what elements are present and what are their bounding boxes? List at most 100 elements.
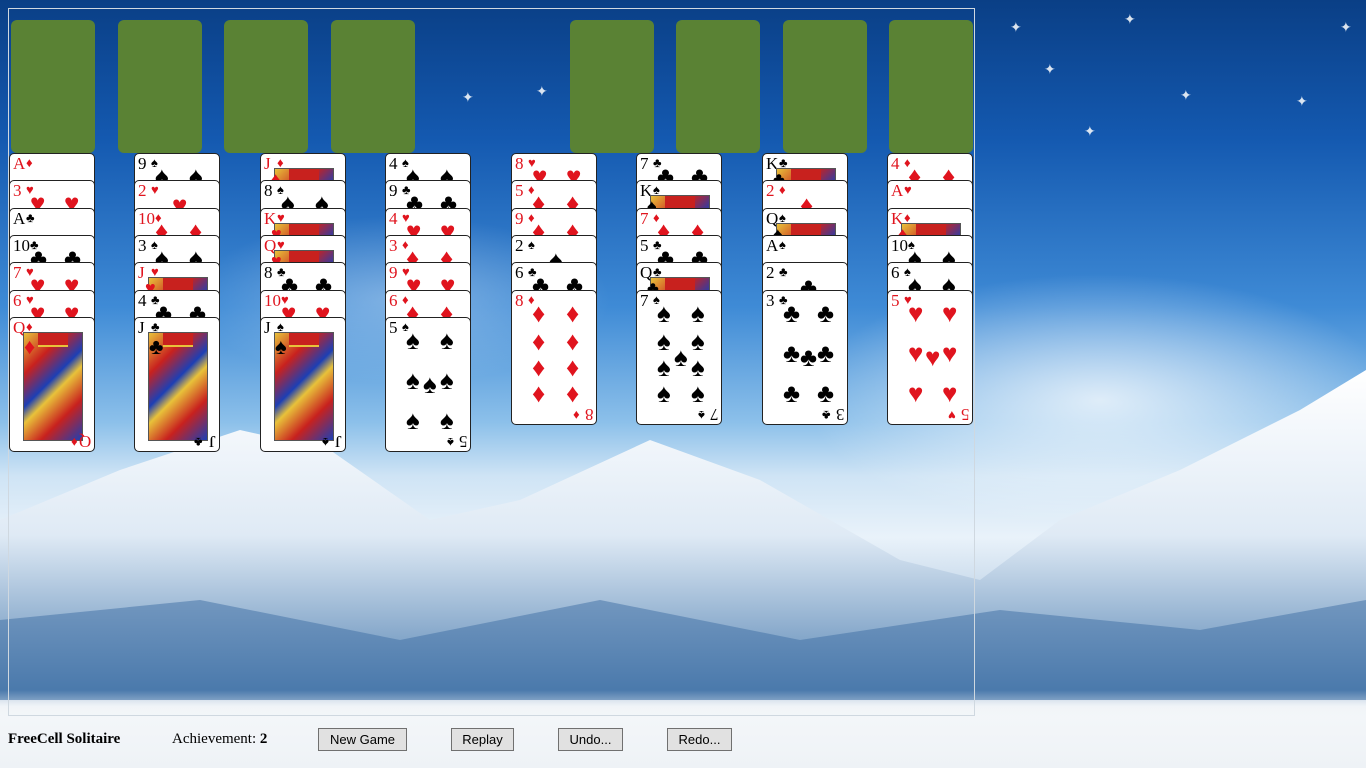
card-rank: 2 xyxy=(138,181,147,201)
card-7-of-spades[interactable]: 7 ♠ ♠ ♠ ♠ ♠ ♠ ♠ ♠ ♠ ♠ 7 ♠ xyxy=(636,289,722,425)
spades-icon: ♠ xyxy=(691,298,705,328)
free-cell[interactable] xyxy=(224,20,308,153)
spades-icon: ♠ xyxy=(779,236,786,252)
spades-icon: ♠ xyxy=(440,365,454,395)
card-3-of-clubs[interactable]: 3 ♣ ♣ ♣ ♣ ♣ ♣ ♣ ♣ 3 ♣ xyxy=(762,289,848,425)
diamonds-icon: ♦ xyxy=(532,326,546,356)
foundation-pile[interactable] xyxy=(889,20,973,153)
new-game-button[interactable]: New Game xyxy=(318,728,407,751)
card-rank: 10 xyxy=(891,235,908,255)
card-queen-of-diamonds[interactable]: Q ♦ ♦ Q ♦ xyxy=(9,316,95,452)
hearts-icon: ♥ xyxy=(942,378,958,408)
diamonds-icon: ♦ xyxy=(779,182,786,198)
diamonds-icon: ♦ xyxy=(532,298,546,328)
spades-icon: ♠ xyxy=(447,434,454,450)
card-rank: 4 xyxy=(138,290,147,310)
game-board: A ♦ 3 ♥ ♥ ♥ A ♣ 10 ♣ ♣ ♣ 7 ♥ ♥ ♥ 6 ♥ ♥ ♥ Q ♦ ♦ Q ♦ 9 ♠ ♠ ♠ 2 ♥ ♥ 10 ♦ ♦ ♦ 3 ♠… xyxy=(8,8,975,716)
star-decoration: ✦ xyxy=(1296,95,1308,110)
card-rank: 3 xyxy=(766,290,775,310)
hearts-icon: ♥ xyxy=(151,182,159,198)
foundation-pile[interactable] xyxy=(783,20,867,153)
clubs-icon: ♣ xyxy=(822,407,831,423)
card-rank: J xyxy=(138,263,145,283)
spades-icon: ♠ xyxy=(657,326,671,356)
card-rank: 8 xyxy=(264,181,273,201)
achievement-label: Achievement: xyxy=(172,731,257,747)
star-decoration: ✦ xyxy=(1044,63,1056,78)
crown-icon xyxy=(163,332,193,347)
foundation-pile[interactable] xyxy=(676,20,760,153)
card-rank-bottom: 5 xyxy=(960,404,970,424)
diamonds-icon: ♦ xyxy=(26,155,33,170)
card-rank: 10 xyxy=(138,208,155,228)
spades-icon: ♠ xyxy=(674,342,688,372)
card-rank: 6 xyxy=(891,263,900,283)
clubs-icon: ♣ xyxy=(783,338,801,368)
card-rank: 8 xyxy=(515,154,524,173)
clubs-icon: ♣ xyxy=(817,338,835,368)
clubs-icon: ♣ xyxy=(783,378,801,408)
card-rank: 10 xyxy=(13,235,30,255)
diamonds-icon: ♦ xyxy=(532,352,546,382)
card-rank: 7 xyxy=(640,290,649,310)
card-rank: A xyxy=(13,154,26,173)
free-cell[interactable] xyxy=(11,20,95,153)
spades-icon: ♠ xyxy=(440,325,454,355)
card-rank: 3 xyxy=(13,181,22,201)
card-rank: 9 xyxy=(138,154,147,173)
achievement-value: 2 xyxy=(259,731,268,747)
star-decoration: ✦ xyxy=(1010,21,1022,36)
card-jack-of-spades[interactable]: J ♠ ♠ J ♠ xyxy=(260,316,346,452)
hearts-icon: ♥ xyxy=(942,338,958,368)
card-rank: A xyxy=(13,208,26,228)
card-rank-bottom: 3 xyxy=(835,404,845,424)
card-jack-of-clubs[interactable]: J ♣ ♣ J ♣ xyxy=(134,316,220,452)
card-rank: 9 xyxy=(389,263,398,283)
crown-icon xyxy=(38,332,68,347)
undo-button[interactable]: Undo... xyxy=(558,728,623,751)
spades-icon: ♠ xyxy=(406,325,420,355)
redo-button[interactable]: Redo... xyxy=(667,728,732,751)
card-rank: J xyxy=(138,317,145,337)
spades-icon: ♠ xyxy=(691,326,705,356)
spades-icon: ♠ xyxy=(691,352,705,382)
card-rank: 6 xyxy=(389,290,398,310)
card-5-of-hearts[interactable]: 5 ♥ ♥ ♥ ♥ ♥ ♥ ♥ ♥ 5 ♥ xyxy=(887,289,973,425)
card-rank: 8 xyxy=(264,263,273,283)
spades-icon: ♠ xyxy=(691,378,705,408)
foundation-pile[interactable] xyxy=(570,20,654,153)
card-rank: J xyxy=(264,317,271,337)
hearts-icon: ♥ xyxy=(908,338,924,368)
bottom-toolbar: FreeCell Solitaire Achievement: 2 New Ga… xyxy=(0,722,1366,758)
hearts-icon: ♥ xyxy=(925,342,941,372)
spades-icon: ♠ xyxy=(528,236,535,252)
card-rank: 10 xyxy=(264,290,281,310)
card-rank: 5 xyxy=(389,317,398,337)
hearts-icon: ♥ xyxy=(948,407,956,423)
card-rank: 3 xyxy=(138,235,147,255)
star-decoration: ✦ xyxy=(1180,89,1192,104)
achievement-status: Achievement: 2 xyxy=(172,731,267,748)
card-rank: 5 xyxy=(891,290,900,310)
free-cell[interactable] xyxy=(118,20,202,153)
free-cell[interactable] xyxy=(331,20,415,153)
star-decoration: ✦ xyxy=(1084,125,1096,140)
spades-icon: ♠ xyxy=(322,434,329,450)
spades-icon: ♠ xyxy=(657,378,671,408)
crown-icon xyxy=(289,332,319,347)
card-rank-bottom: Q xyxy=(78,431,91,451)
clubs-icon: ♣ xyxy=(783,298,801,328)
diamonds-icon: ♦ xyxy=(71,434,78,450)
card-rank-bottom: 5 xyxy=(458,431,468,451)
card-rank: 4 xyxy=(389,208,398,228)
app-title: FreeCell Solitaire xyxy=(8,731,121,747)
replay-button[interactable]: Replay xyxy=(451,728,514,751)
card-5-of-spades[interactable]: 5 ♠ ♠ ♠ ♠ ♠ ♠ ♠ ♠ 5 ♠ xyxy=(385,316,471,452)
card-rank: 8 xyxy=(515,290,524,310)
clubs-icon: ♣ xyxy=(817,298,835,328)
card-8-of-diamonds[interactable]: 8 ♦ ♦ ♦ ♦ ♦ ♦ ♦ ♦ ♦ 8 ♦ xyxy=(511,289,597,425)
star-decoration: ✦ xyxy=(1340,21,1352,36)
diamonds-icon: ♦ xyxy=(566,326,580,356)
card-rank: 5 xyxy=(515,181,524,201)
card-rank: 3 xyxy=(389,235,398,255)
